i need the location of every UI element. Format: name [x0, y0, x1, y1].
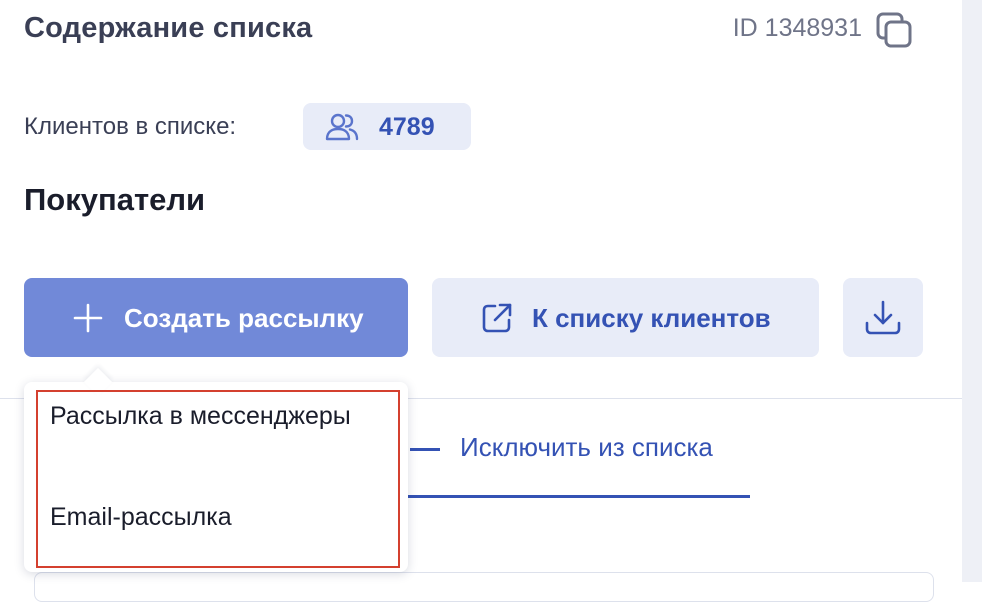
clients-count-value: 4789 — [379, 113, 435, 141]
dropdown-item-messenger-mailing[interactable]: Рассылка в мессенджеры — [50, 395, 380, 437]
to-client-list-button[interactable]: К списку клиентов — [432, 278, 819, 357]
download-icon — [864, 299, 902, 337]
create-mailing-label: Создать рассылку — [124, 303, 364, 333]
download-button[interactable] — [843, 278, 923, 357]
section-title: Покупатели — [24, 182, 206, 217]
tab-exclude-from-list[interactable]: Исключить из списка — [408, 420, 750, 500]
active-tab-underline — [408, 495, 750, 498]
list-id: ID 1348931 — [732, 14, 862, 42]
copy-icon[interactable] — [876, 12, 916, 50]
plus-icon — [72, 302, 104, 334]
bottom-field — [34, 572, 934, 602]
external-link-icon — [480, 301, 514, 335]
page-title: Содержание списка — [24, 12, 313, 44]
exclude-tab-label: Исключить из списка — [460, 432, 713, 462]
list-content-panel: Содержание списка ID 1348931 Клиентов в … — [0, 0, 962, 602]
users-icon — [325, 112, 359, 142]
clients-count-badge: 4789 — [303, 103, 471, 150]
create-mailing-button[interactable]: Создать рассылку — [24, 278, 408, 357]
mailing-type-dropdown: Рассылка в мессенджеры Email-рассылка — [24, 367, 408, 572]
minus-icon — [410, 448, 440, 451]
scrollbar-track[interactable] — [962, 0, 982, 582]
dropdown-item-email-mailing[interactable]: Email-рассылка — [50, 496, 380, 538]
to-client-list-label: К списку клиентов — [532, 303, 771, 333]
clients-count-label: Клиентов в списке: — [24, 113, 237, 140]
